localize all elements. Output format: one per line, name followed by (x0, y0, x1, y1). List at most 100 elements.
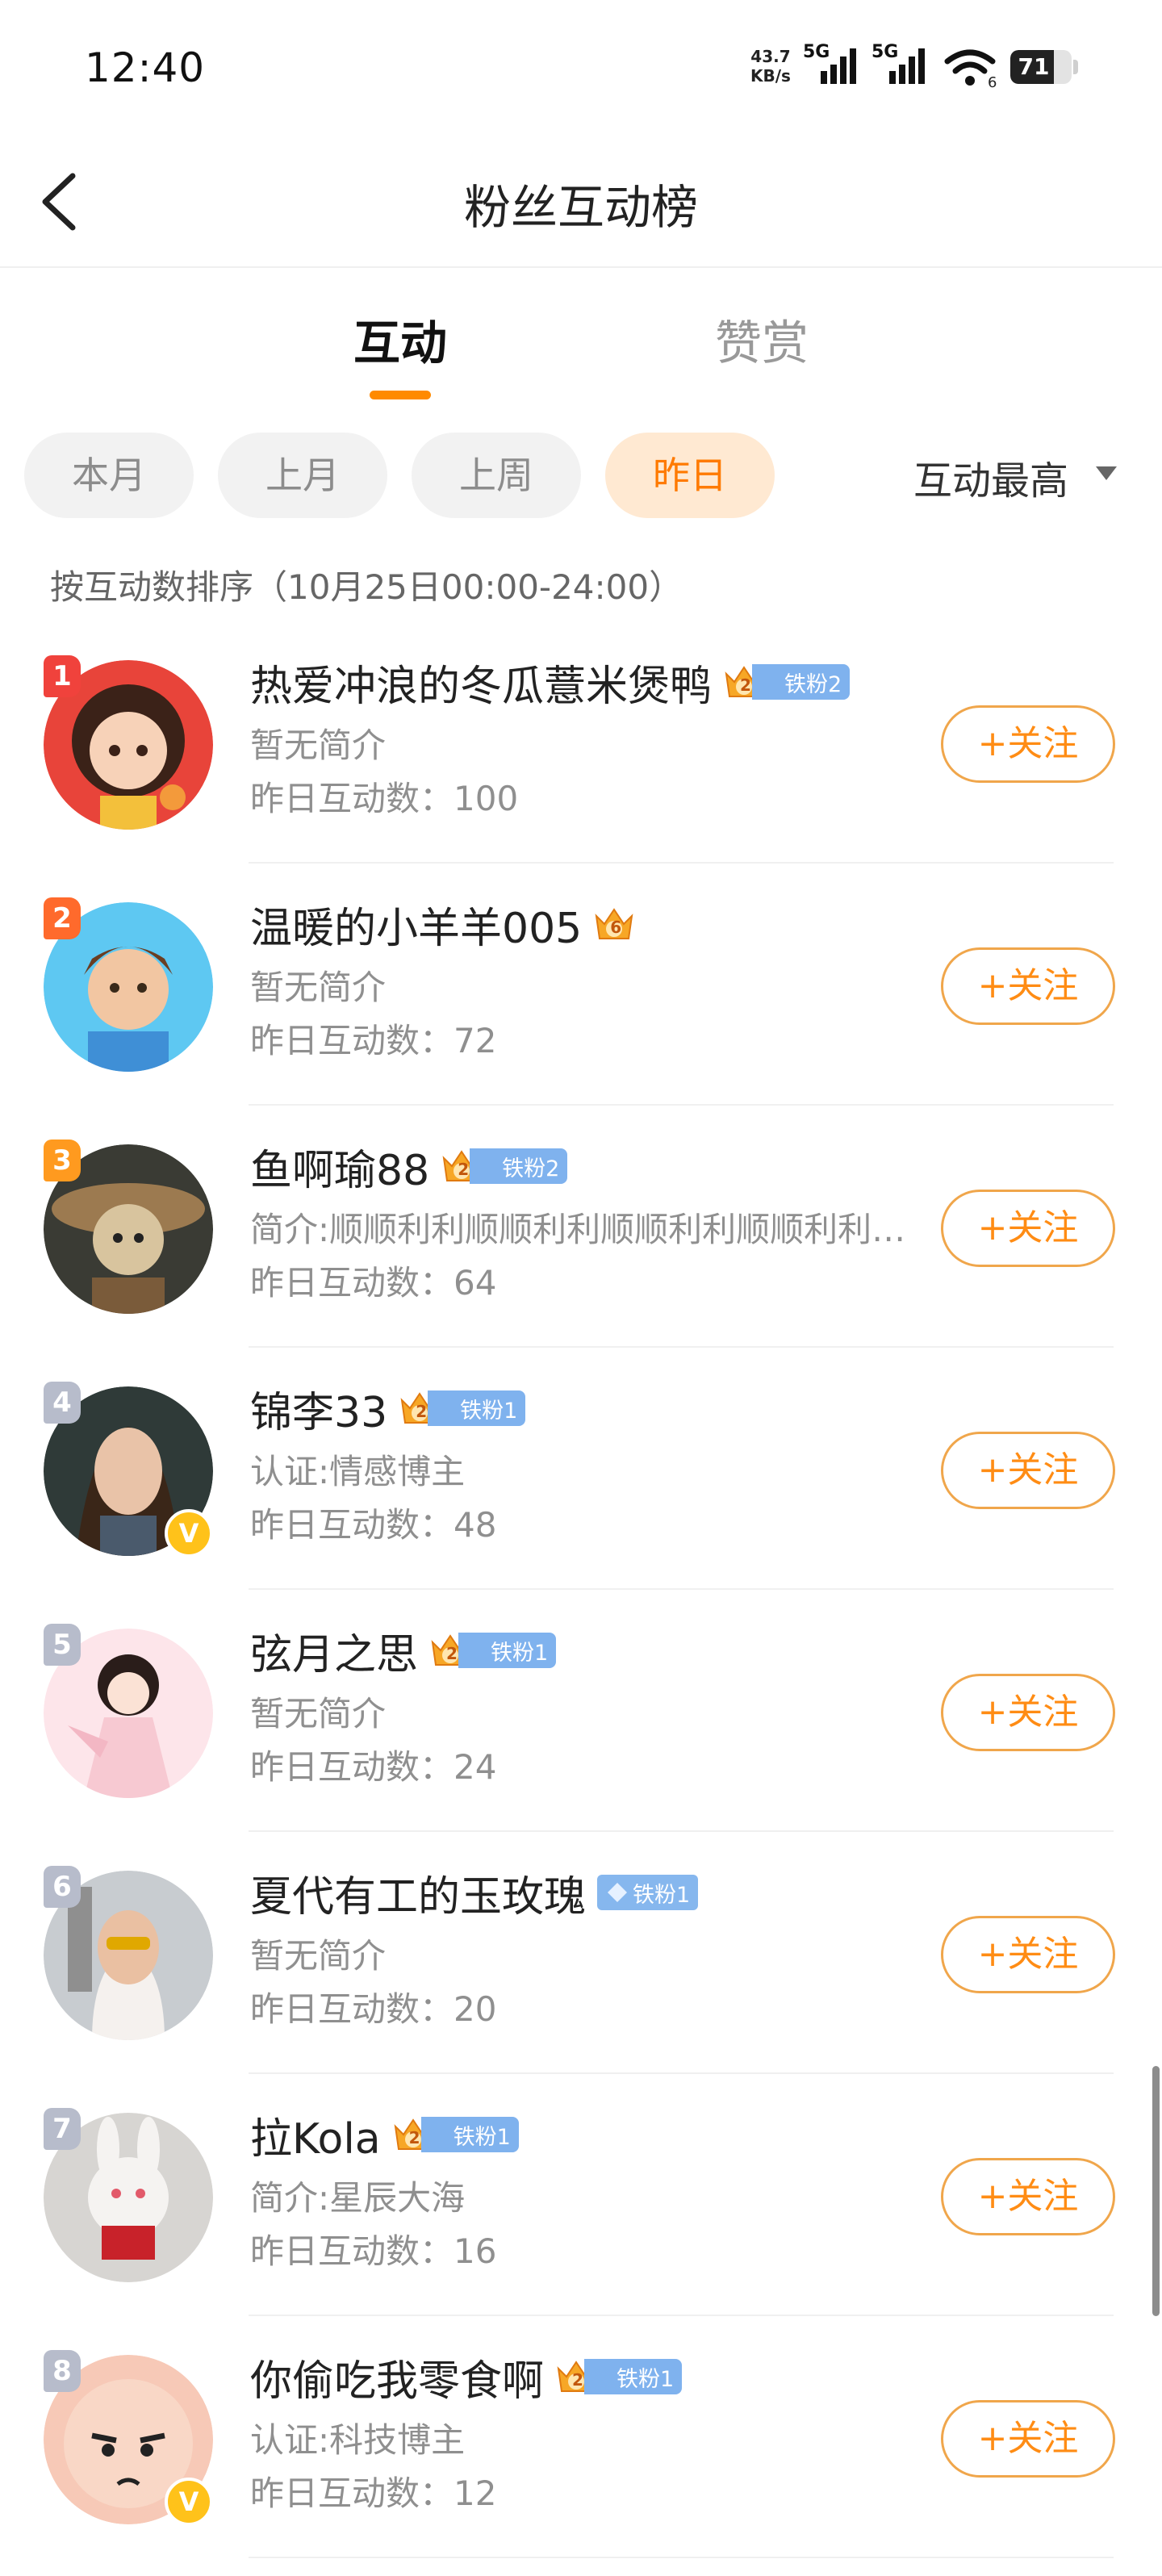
fan-bio: 认证:科技博主 (250, 2420, 466, 2460)
fan-badge: 铁粉2 (470, 1148, 568, 1184)
verified-icon: V (165, 1509, 213, 1558)
rank-badge: 6 (44, 1866, 81, 1908)
avatar[interactable]: 1 (44, 655, 213, 830)
network-speed-value: 43.7 (750, 47, 791, 66)
name-line: 鱼啊瑜88 2 铁粉2 (250, 1136, 568, 1197)
page-title: 粉丝互动榜 (463, 180, 698, 235)
row-divider (249, 2557, 1114, 2558)
avatar[interactable]: 8 V (44, 2350, 213, 2526)
interaction-count: 昨日互动数：64 (250, 1263, 497, 1303)
name-line: 锦李33 2 铁粉1 (250, 1378, 526, 1439)
name-line: 弦月之思 2 铁粉1 (250, 1620, 557, 1681)
fan-bio: 暂无简介 (250, 726, 387, 765)
crown-level: 2 (572, 2370, 583, 2390)
avatar[interactable]: 2 (44, 897, 213, 1072)
rank-badge: 7 (44, 2108, 81, 2150)
fan-row[interactable]: 1 热爱冲浪的冬瓜薏米煲鸭 2 铁粉2 暂无简介 昨日互动数：100 +关注 (0, 621, 1162, 864)
fan-badge-label: 铁粉2 (502, 1156, 560, 1181)
battery-level: 71 (1018, 53, 1050, 80)
crown-level: 2 (408, 2128, 420, 2147)
status-bar: 12:40 43.7 KB/s 5G 5G 6 71 (0, 0, 1162, 137)
follow-button[interactable]: +关注 (941, 705, 1115, 783)
crown-icon: 6 (593, 905, 651, 943)
name-line: 拉Kola 2 铁粉1 (250, 2105, 519, 2164)
name-line: 你偷吃我零食啊 2 铁粉1 (250, 2347, 683, 2407)
fan-name[interactable]: 鱼啊瑜88 (250, 1136, 429, 1197)
rank-badge: 1 (44, 655, 81, 697)
name-line: 热爱冲浪的冬瓜薏米煲鸭 2 铁粉2 (250, 652, 851, 713)
tab-interaction[interactable]: 互动 (353, 305, 447, 373)
follow-button[interactable]: +关注 (941, 1190, 1115, 1267)
follow-button[interactable]: +关注 (941, 947, 1115, 1025)
fan-row[interactable]: 6 夏代有工的玉玫瑰 铁粉1 暂无简介 昨日互动数：20 +关注 (0, 1832, 1162, 2074)
crown-level: 2 (446, 1644, 458, 1663)
follow-button[interactable]: +关注 (941, 1916, 1115, 1993)
scrollbar[interactable] (1152, 2066, 1160, 2316)
name-line: 夏代有工的玉玫瑰 铁粉1 (250, 1863, 699, 1923)
fan-name[interactable]: 拉Kola (250, 2105, 381, 2165)
fan-badge: 铁粉1 (420, 2117, 519, 2152)
follow-button[interactable]: +关注 (941, 1674, 1115, 1751)
crown-level: 2 (458, 1160, 470, 1179)
fan-bio: 暂无简介 (250, 968, 387, 1007)
fan-row[interactable]: 3 鱼啊瑜88 2 铁粉2 简介:顺顺利利顺顺利利顺顺利利顺顺利利… 昨日互动数… (0, 1106, 1162, 1348)
avatar[interactable]: 6 (44, 1866, 213, 2040)
fan-row[interactable]: 8 V 你偷吃我零食啊 2 铁粉1 认证:科技博主 昨日互动数：12 +关注 (0, 2316, 1162, 2558)
tab-reward[interactable]: 赞赏 (715, 305, 809, 373)
network-speed: 43.7 KB/s (750, 47, 791, 86)
fan-row[interactable]: 7 拉Kola 2 铁粉1 简介:星辰大海 昨日互动数：16 +关注 (0, 2074, 1162, 2316)
fan-badge: 铁粉1 (458, 1633, 557, 1668)
interaction-count: 昨日互动数：72 (250, 1021, 497, 1060)
crown-level: 2 (740, 675, 751, 695)
fan-name[interactable]: 你偷吃我零食啊 (250, 2347, 544, 2407)
fan-badge: 铁粉1 (584, 2359, 683, 2394)
wifi-generation: 6 (988, 74, 997, 91)
fan-bio: 简介:星辰大海 (250, 2178, 466, 2218)
fan-badge-label: 铁粉1 (633, 1882, 691, 1908)
fan-name[interactable]: 夏代有工的玉玫瑰 (250, 1863, 586, 1923)
fan-name[interactable]: 锦李33 (250, 1378, 387, 1439)
name-line: 温暖的小羊羊005 6 (250, 894, 651, 954)
follow-button[interactable]: +关注 (941, 1432, 1115, 1509)
fan-bio: 暂无简介 (250, 1694, 387, 1733)
crown-level: 6 (610, 918, 622, 937)
fan-name[interactable]: 弦月之思 (250, 1620, 418, 1681)
sort-description: 按互动数排序（10月25日00:00-24:00） (50, 567, 683, 607)
battery-icon: 71 (1010, 50, 1072, 84)
fan-badge-label: 铁粉2 (784, 671, 842, 697)
avatar[interactable]: 3 (44, 1140, 213, 1314)
filter-this-month[interactable]: 本月 (24, 433, 194, 518)
fan-name[interactable]: 温暖的小羊羊005 (250, 894, 582, 955)
fan-badge: 铁粉1 (597, 1875, 699, 1910)
follow-button[interactable]: +关注 (941, 2400, 1115, 2478)
filter-last-week[interactable]: 上周 (412, 433, 581, 518)
status-time: 12:40 (85, 44, 206, 91)
battery-cap (1073, 60, 1078, 74)
interaction-count: 昨日互动数：24 (250, 1747, 497, 1787)
interaction-count: 昨日互动数：48 (250, 1505, 497, 1545)
rank-badge: 5 (44, 1624, 81, 1666)
fan-row[interactable]: 4 V 锦李33 2 铁粉1 认证:情感博主 昨日互动数：48 +关注 (0, 1348, 1162, 1590)
fan-name[interactable]: 热爱冲浪的冬瓜薏米煲鸭 (250, 652, 712, 713)
avatar[interactable]: 4 V (44, 1382, 213, 1558)
fan-badge-label: 铁粉1 (453, 2124, 511, 2150)
filter-yesterday[interactable]: 昨日 (605, 433, 775, 518)
interaction-count: 昨日互动数：100 (250, 779, 519, 818)
interaction-count: 昨日互动数：20 (250, 1989, 497, 2029)
avatar[interactable]: 7 (44, 2108, 213, 2282)
diamond-icon (608, 1883, 628, 1902)
fan-bio: 认证:情感博主 (250, 1452, 466, 1491)
network-speed-unit: KB/s (750, 66, 791, 86)
rank-badge: 4 (44, 1382, 81, 1424)
fan-row[interactable]: 2 温暖的小羊羊005 6 暂无简介 昨日互动数：72 +关注 (0, 864, 1162, 1106)
sort-dropdown[interactable]: 互动最高 (913, 449, 1068, 505)
rank-badge: 2 (44, 897, 81, 939)
crown-level: 2 (416, 1402, 428, 1421)
fan-badge-label: 铁粉1 (617, 2366, 675, 2392)
filter-last-month[interactable]: 上月 (218, 433, 387, 518)
follow-button[interactable]: +关注 (941, 2158, 1115, 2235)
fan-bio: 简介:顺顺利利顺顺利利顺顺利利顺顺利利… (250, 1210, 906, 1249)
avatar[interactable]: 5 (44, 1624, 213, 1798)
fan-row[interactable]: 5 弦月之思 2 铁粉1 暂无简介 昨日互动数：24 +关注 (0, 1590, 1162, 1832)
caret-down-icon[interactable] (1096, 466, 1117, 480)
